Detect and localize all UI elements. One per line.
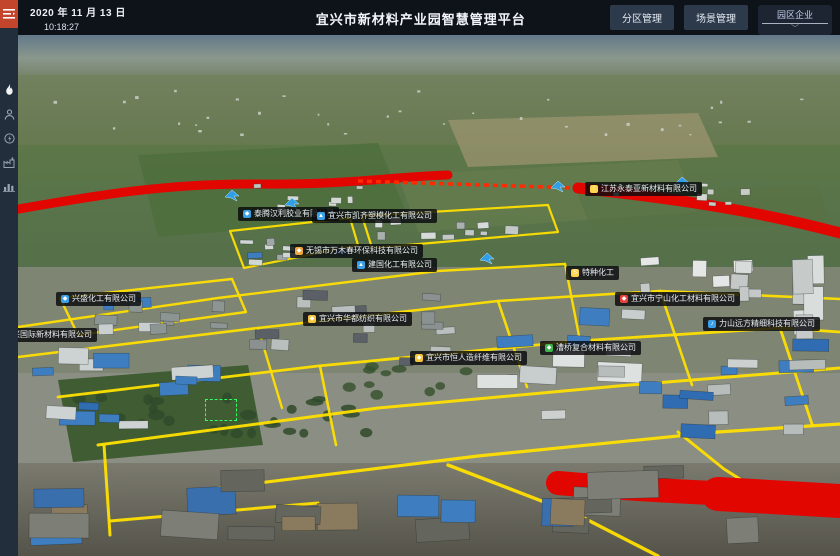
header-date: 2020 年 11 月 13 日 — [30, 4, 126, 19]
zone-management-button[interactable]: 分区管理 — [610, 5, 674, 30]
header-time: 10:18:27 — [44, 22, 126, 32]
park-enterprise-dropdown-label: 园区企业 — [762, 8, 828, 24]
company-marker-icon: ◆ — [61, 295, 69, 303]
company-label-text: 特种化工 — [582, 269, 614, 277]
power-icon — [4, 133, 15, 144]
company-label-text: 宜兴市华都纺织有限公司 — [319, 315, 407, 323]
company-label-text: 漕桥复合材料有限公司 — [556, 344, 636, 352]
person-icon — [4, 109, 15, 120]
map-company-label[interactable]: ▲建国化工有限公司 — [352, 258, 437, 272]
company-marker-icon: ♪ — [708, 320, 716, 328]
park-enterprise-dropdown[interactable]: 园区企业 ﹀ — [758, 5, 832, 35]
map-company-label[interactable]: ▲宜兴市凯齐塑模化工有限公司 — [312, 209, 437, 223]
company-marker-icon: ! — [590, 185, 598, 193]
company-marker-icon: ◆ — [243, 210, 251, 218]
map-company-label[interactable]: ◆远兴国际新材料有限公司 — [18, 328, 97, 342]
map-company-label[interactable]: ◆宜兴市华都纺织有限公司 — [303, 312, 412, 326]
company-label-text: 力山远方精细科技有限公司 — [719, 320, 815, 328]
map-company-label[interactable]: !江苏永泰亚新材料有限公司 — [585, 182, 702, 196]
sidebar — [0, 0, 18, 556]
datetime-block: 2020 年 11 月 13 日 10:18:27 — [30, 4, 126, 32]
company-marker-icon: ▲ — [317, 212, 325, 220]
map-company-label[interactable]: ◆无锡市万木春环保科技有限公司 — [290, 244, 423, 258]
map-company-label[interactable]: ♪力山远方精细科技有限公司 — [703, 317, 820, 331]
company-label-text: 兴盛化工有限公司 — [72, 295, 136, 303]
company-marker-icon: ◆ — [295, 247, 303, 255]
sidebar-item-power[interactable] — [0, 126, 18, 150]
company-label-text: 宜兴市凯齐塑模化工有限公司 — [328, 212, 432, 220]
sidebar-item-person[interactable] — [0, 102, 18, 126]
company-marker-icon: ◆ — [415, 354, 423, 362]
company-marker-icon: ◆ — [620, 295, 628, 303]
scene-management-button[interactable]: 场景管理 — [684, 5, 748, 30]
sidebar-item-statistics[interactable] — [0, 174, 18, 198]
company-label-text: 建国化工有限公司 — [368, 261, 432, 269]
company-label-text: 宜兴市宁山化工材料有限公司 — [631, 295, 735, 303]
map-company-label[interactable]: S特种化工 — [566, 266, 619, 280]
menu-toggle-button[interactable] — [0, 0, 18, 28]
map-company-label[interactable]: ◆宜兴市恒人造纤维有限公司 — [410, 351, 527, 365]
app-root: 2020 年 11 月 13 日 10:18:27 宜兴市新材料产业园智慧管理平… — [0, 0, 840, 556]
page-title: 宜兴市新材料产业园智慧管理平台 — [316, 9, 526, 28]
flame-icon — [3, 84, 15, 97]
hamburger-icon — [3, 9, 15, 19]
company-marker-icon: ▲ — [357, 261, 365, 269]
company-label-text: 江苏永泰亚新材料有限公司 — [601, 185, 697, 193]
map-company-label[interactable]: ◆漕桥复合材料有限公司 — [540, 341, 641, 355]
chevron-down-icon: ﹀ — [791, 24, 799, 33]
header-actions: 分区管理 场景管理 园区企业 ﹀ — [610, 5, 832, 35]
factory-icon — [3, 157, 15, 168]
company-marker-icon: S — [571, 269, 579, 277]
sidebar-item-factory[interactable] — [0, 150, 18, 174]
company-label-text: 无锡市万木春环保科技有限公司 — [306, 247, 418, 255]
map-company-label[interactable]: ◆宜兴市宁山化工材料有限公司 — [615, 292, 740, 306]
map-company-label[interactable]: ◆兴盛化工有限公司 — [56, 292, 141, 306]
sidebar-item-fire[interactable] — [0, 78, 18, 102]
company-label-text: 宜兴市恒人造纤维有限公司 — [426, 354, 522, 362]
map-label-layer: ◆泰腾汉利胶业有限公司▲宜兴市凯齐塑模化工有限公司◆无锡市万木春环保科技有限公司… — [18, 35, 840, 556]
company-marker-icon: ◆ — [308, 315, 316, 323]
top-header-bar: 2020 年 11 月 13 日 10:18:27 宜兴市新材料产业园智慧管理平… — [18, 0, 840, 35]
company-label-text: 远兴国际新材料有限公司 — [18, 331, 92, 339]
company-marker-icon: ◆ — [545, 344, 553, 352]
bar-chart-icon — [3, 181, 15, 192]
map-3d-view[interactable]: ◆泰腾汉利胶业有限公司▲宜兴市凯齐塑模化工有限公司◆无锡市万木春环保科技有限公司… — [18, 35, 840, 556]
